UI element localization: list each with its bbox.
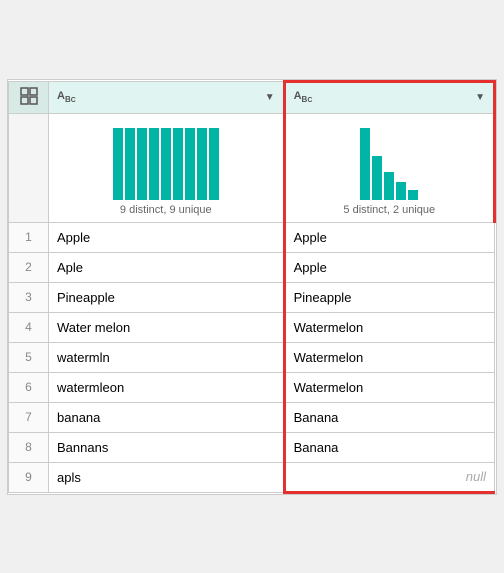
question-dropdown-arrow[interactable]: ▼ — [265, 92, 275, 103]
question-bar — [125, 128, 135, 200]
question-bar — [209, 128, 219, 200]
row-number: 2 — [9, 252, 49, 282]
row-number: 5 — [9, 342, 49, 372]
question-type-icon: ABC — [57, 90, 76, 104]
fruit-dropdown-arrow[interactable]: ▼ — [475, 92, 485, 103]
main-table: ABC ▼ ABC ▼ — [7, 79, 497, 495]
question-bar — [113, 128, 123, 200]
question-bar — [137, 128, 147, 200]
question-profile-label: 9 distinct, 9 unique — [57, 204, 275, 216]
row-number: 7 — [9, 402, 49, 432]
fruit-bar — [360, 128, 370, 200]
fruit-column-header[interactable]: ABC ▼ — [284, 81, 494, 113]
table-icon — [19, 86, 39, 106]
profile-row: 9 distinct, 9 unique 5 distinct, 2 unique — [9, 113, 495, 222]
question-bar — [149, 128, 159, 200]
table-row: 7bananaBanana — [9, 402, 495, 432]
question-cell: banana — [49, 402, 285, 432]
question-cell: Water melon — [49, 312, 285, 342]
row-number: 8 — [9, 432, 49, 462]
fruit-cell: Watermelon — [284, 312, 494, 342]
row-number: 9 — [9, 462, 49, 492]
question-cell: Bannans — [49, 432, 285, 462]
fruit-bar — [384, 172, 394, 200]
question-bar — [185, 128, 195, 200]
question-cell: watermln — [49, 342, 285, 372]
fruit-cell: null — [284, 462, 494, 492]
table-row: 4Water melonWatermelon — [9, 312, 495, 342]
question-cell: Apple — [49, 222, 285, 252]
question-cell: apls — [49, 462, 285, 492]
fruit-cell: Pineapple — [284, 282, 494, 312]
question-cell: Pineapple — [49, 282, 285, 312]
fruit-bar — [372, 156, 382, 200]
question-profile-cell: 9 distinct, 9 unique — [49, 113, 285, 222]
fruit-cell: Watermelon — [284, 342, 494, 372]
fruit-profile-cell: 5 distinct, 2 unique — [284, 113, 494, 222]
question-cell: watermleon — [49, 372, 285, 402]
fruit-type-icon: ABC — [294, 90, 313, 104]
fruit-cell: Apple — [284, 252, 494, 282]
question-bar — [197, 128, 207, 200]
table-row: 5watermlnWatermelon — [9, 342, 495, 372]
table-row: 8BannansBanana — [9, 432, 495, 462]
row-number: 6 — [9, 372, 49, 402]
fruit-profile-label: 5 distinct, 2 unique — [294, 204, 485, 216]
fruit-bar — [408, 190, 418, 200]
table-row: 2ApleApple — [9, 252, 495, 282]
row-number: 1 — [9, 222, 49, 252]
fruit-cell: Watermelon — [284, 372, 494, 402]
table-row: 1AppleApple — [9, 222, 495, 252]
table-row: 3PineapplePineapple — [9, 282, 495, 312]
row-number: 3 — [9, 282, 49, 312]
table-row: 6watermleonWatermelon — [9, 372, 495, 402]
fruit-cell: Banana — [284, 432, 494, 462]
question-bar — [173, 128, 183, 200]
corner-cell — [9, 81, 49, 113]
question-column-header[interactable]: ABC ▼ — [49, 81, 285, 113]
row-number: 4 — [9, 312, 49, 342]
question-bar — [161, 128, 171, 200]
fruit-cell: Apple — [284, 222, 494, 252]
header-row: ABC ▼ ABC ▼ — [9, 81, 495, 113]
fruit-bar — [396, 182, 406, 200]
fruit-cell: Banana — [284, 402, 494, 432]
table-row: 9aplsnull — [9, 462, 495, 492]
question-cell: Aple — [49, 252, 285, 282]
profile-row-number-cell — [9, 113, 49, 222]
